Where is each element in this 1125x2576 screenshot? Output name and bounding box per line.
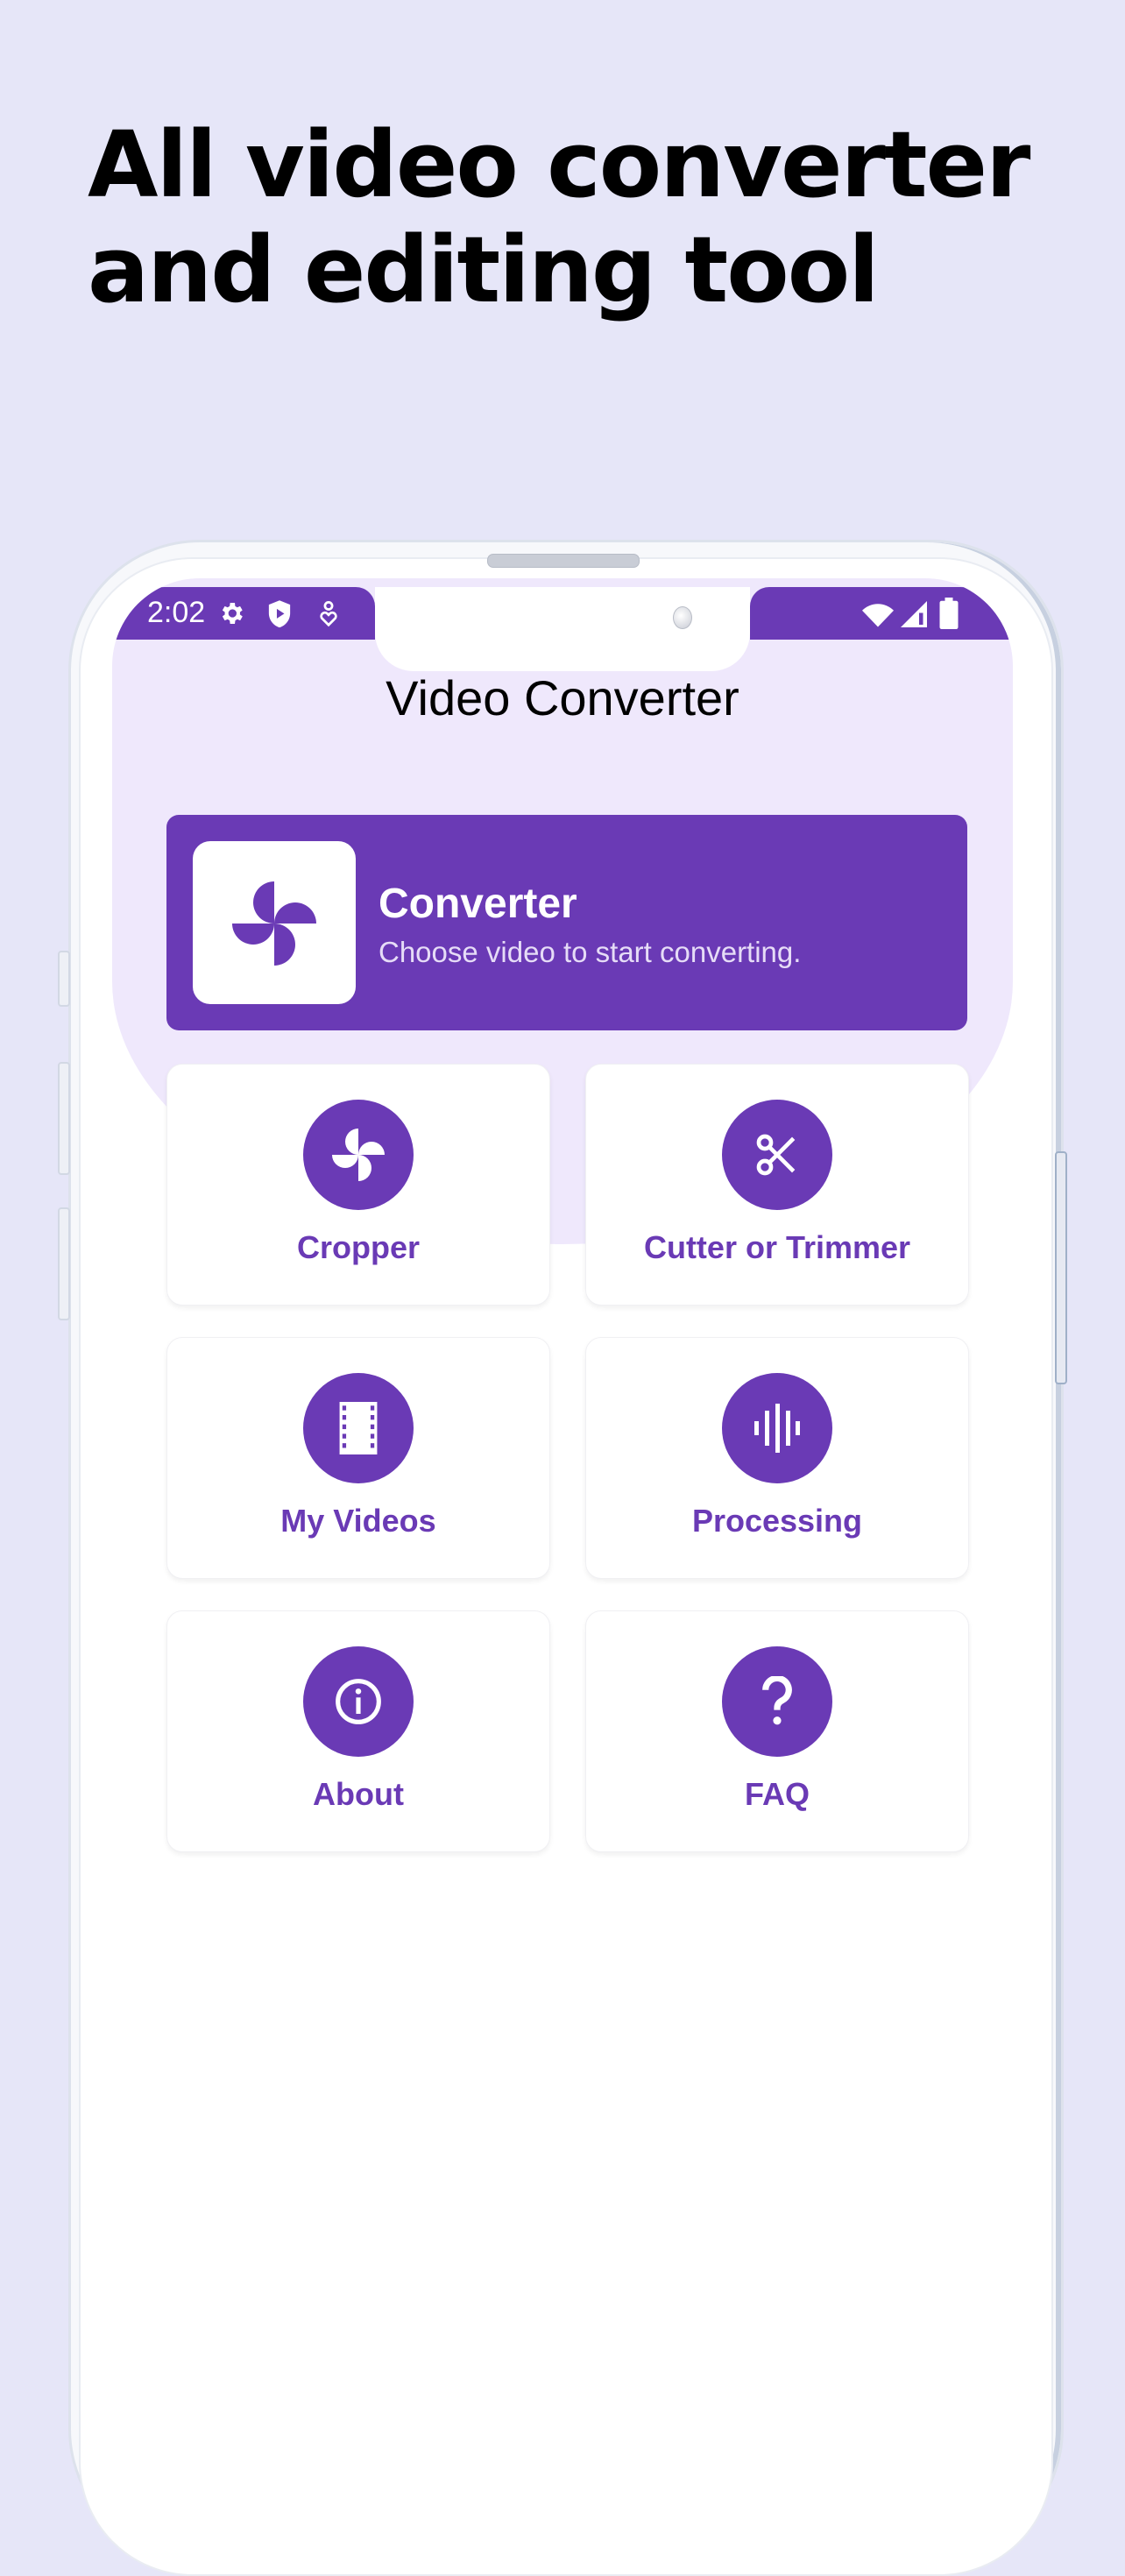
- tile-faq[interactable]: FAQ: [585, 1610, 969, 1852]
- scissors-icon: [756, 1134, 796, 1176]
- converter-subtitle: Choose video to start converting.: [379, 936, 802, 968]
- tile-label: Processing: [691, 1503, 863, 1539]
- camera-notch: [375, 587, 750, 671]
- signal-icon: [901, 601, 927, 632]
- shield-play-icon: [266, 599, 293, 633]
- status-bar: 2:02: [112, 587, 1013, 671]
- tile-icon-circle: [722, 1100, 832, 1210]
- tile-cutter-trimmer[interactable]: Cutter or Trimmer: [585, 1064, 969, 1306]
- pinwheel-icon: [332, 1129, 385, 1181]
- promo-headline-line2: and editing tool: [88, 216, 880, 323]
- phone-speaker: [487, 554, 640, 568]
- app-title: Video Converter: [386, 670, 739, 725]
- phone-side-button: [58, 951, 70, 1007]
- converter-card[interactable]: Converter Choose video to start converti…: [166, 815, 967, 1030]
- question-icon: [762, 1676, 792, 1725]
- tile-icon-circle: [722, 1646, 832, 1757]
- tile-processing[interactable]: Processing: [585, 1337, 969, 1579]
- film-icon: [339, 1402, 378, 1454]
- pinwheel-icon: [232, 881, 316, 966]
- tile-icon-circle: [722, 1373, 832, 1483]
- promo-headline: All video converter and editing tool: [88, 111, 1030, 323]
- phone-volume-down-button: [58, 1207, 70, 1320]
- app-screen: 2:02 Video Converter Converter Choose vi…: [112, 578, 1013, 2506]
- tile-label: My Videos: [280, 1503, 436, 1539]
- tile-about[interactable]: About: [166, 1610, 550, 1852]
- battery-icon: [939, 598, 959, 633]
- status-time: 2:02: [147, 596, 206, 629]
- promo-headline-line1: All video converter: [88, 111, 1030, 218]
- tile-label: Cropper: [296, 1229, 420, 1265]
- phone-power-button: [1055, 1151, 1067, 1384]
- converter-title: Converter: [379, 881, 577, 927]
- status-bar-left: 2:02: [112, 587, 375, 640]
- tile-icon-circle: [303, 1100, 414, 1210]
- phone-volume-up-button: [58, 1062, 70, 1175]
- tile-icon-circle: [303, 1646, 414, 1757]
- settings-icon: [217, 599, 245, 632]
- tile-label: Cutter or Trimmer: [643, 1229, 911, 1265]
- front-camera: [673, 606, 692, 629]
- info-icon: [336, 1679, 381, 1724]
- audio-wave-icon: [754, 1404, 800, 1453]
- accessibility-heart-icon: [319, 601, 338, 632]
- converter-icon-box: [193, 841, 356, 1004]
- tile-cropper[interactable]: Cropper: [166, 1064, 550, 1306]
- wifi-icon: [862, 603, 894, 632]
- tile-icon-circle: [303, 1373, 414, 1483]
- status-bar-right: [750, 587, 1013, 640]
- tile-my-videos[interactable]: My Videos: [166, 1337, 550, 1579]
- tile-label: About: [313, 1776, 404, 1812]
- tile-label: FAQ: [744, 1776, 810, 1812]
